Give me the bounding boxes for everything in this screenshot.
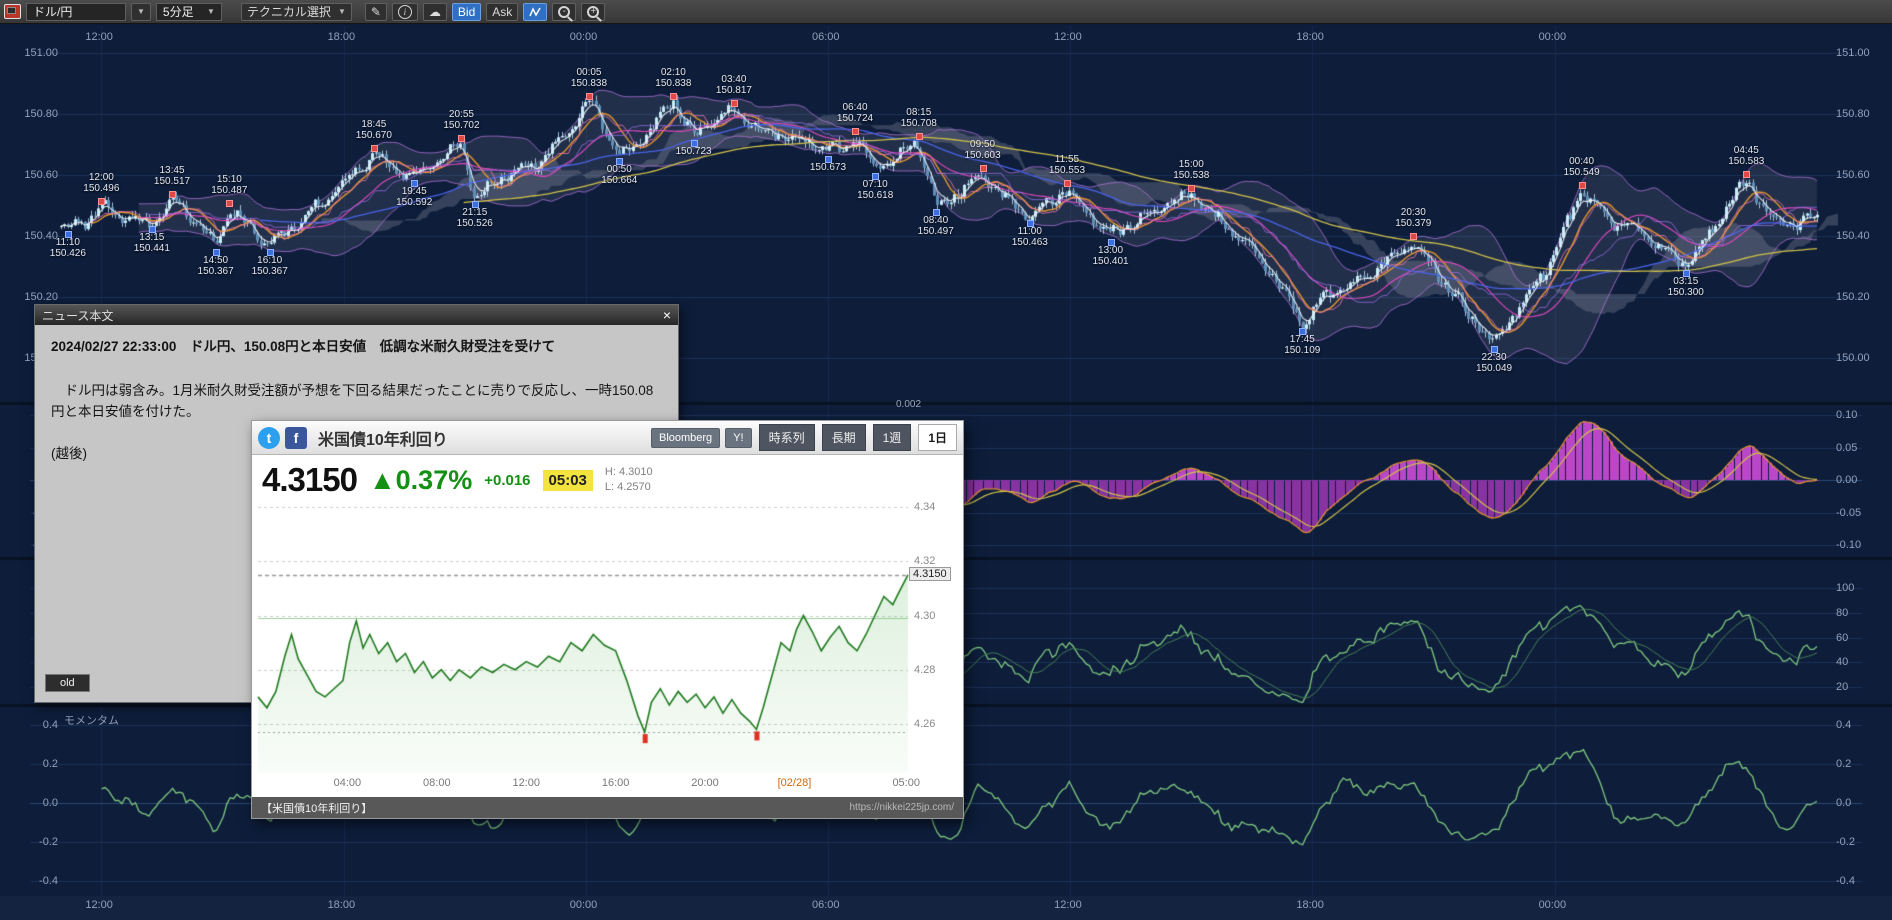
yield-widget-title: 米国債10年利回り	[318, 426, 448, 450]
current-value-label: 4.3150	[909, 567, 951, 581]
news-text: ドル円は弱含み。1月米耐久財受注額が予想を下回る結果だったことに売りで反応し、一…	[51, 381, 662, 422]
bid-button[interactable]: Bid	[452, 3, 481, 21]
bloomberg-button[interactable]: Bloomberg	[651, 428, 720, 448]
old-button[interactable]: old	[45, 674, 90, 692]
yield-widget-footer: 【米国債10年利回り】 https://nikkei225jp.com/	[252, 797, 963, 818]
technical-select-label: テクニカル選択	[247, 3, 331, 20]
yield-high: H: 4.3010	[605, 466, 653, 478]
pencil-icon: ✎	[371, 5, 381, 19]
cloud-button[interactable]: ☁	[423, 3, 447, 21]
chevron-down-icon: ▼	[137, 7, 145, 16]
macd-value-label: 0.002	[896, 399, 921, 410]
info-button[interactable]: i	[392, 3, 418, 21]
yield-quote-time: 05:03	[543, 470, 593, 491]
yield-change: +0.016	[484, 472, 530, 489]
momentum-panel-label: モメンタム	[64, 712, 119, 728]
yield-widget-window: t f 米国債10年利回り Bloomberg Y! 時系列 長期 1週 1日 …	[251, 420, 964, 819]
yield-source-url: https://nikkei225jp.com/	[850, 802, 955, 813]
news-headline: 2024/02/27 22:33:00 ドル円、150.08円と本日安値 低調な…	[51, 337, 662, 357]
currency-pair-value: ドル/円	[33, 3, 72, 20]
info-icon: i	[398, 5, 412, 19]
tab-time-series[interactable]: 時系列	[759, 424, 815, 451]
yield-low: L: 4.2570	[605, 481, 651, 493]
chevron-down-icon: ▼	[207, 7, 215, 16]
technical-select-button[interactable]: テクニカル選択 ▼	[241, 3, 352, 21]
chevron-down-icon: ▼	[338, 7, 346, 16]
yield-caption: 【米国債10年利回り】	[261, 800, 372, 816]
yield-quote-row: 4.3150 ▲0.37% +0.016 05:03 H: 4.3010 L: 4…	[252, 457, 963, 503]
cloud-icon: ☁	[429, 5, 441, 19]
magnifier-minus-icon	[558, 6, 570, 18]
currency-pair-select[interactable]: ドル/円	[26, 3, 126, 21]
tab-one-day[interactable]: 1日	[918, 424, 957, 451]
tab-long-term[interactable]: 長期	[822, 424, 866, 451]
ask-button[interactable]: Ask	[486, 3, 518, 21]
trading-terminal: 151.00151.00150.80150.80150.60150.60150.…	[0, 0, 1892, 920]
zoom-in-button[interactable]	[581, 3, 605, 21]
twitter-icon[interactable]: t	[258, 427, 280, 449]
yield-high-low: H: 4.3010 L: 4.2570	[605, 465, 653, 495]
close-icon[interactable]: ×	[663, 308, 671, 322]
zigzag-icon	[529, 7, 541, 17]
zoom-out-button[interactable]	[552, 3, 576, 21]
yield-widget-header: t f 米国債10年利回り Bloomberg Y! 時系列 長期 1週 1日	[252, 421, 963, 455]
draw-tool-button[interactable]: ✎	[365, 3, 387, 21]
magnifier-plus-icon	[587, 6, 599, 18]
timeframe-select[interactable]: 5分足 ▼	[156, 3, 222, 21]
app-icon	[4, 4, 21, 19]
news-title: ニュース本文	[42, 307, 113, 324]
news-titlebar[interactable]: ニュース本文 ×	[35, 305, 678, 325]
facebook-icon[interactable]: f	[285, 427, 307, 449]
pair-dropdown-button[interactable]: ▼	[131, 3, 151, 21]
yahoo-button[interactable]: Y!	[725, 428, 751, 448]
chart-style-button[interactable]	[523, 3, 547, 21]
yield-price: 4.3150	[262, 461, 357, 499]
timeframe-value: 5分足	[163, 3, 194, 20]
toolbar: ドル/円 ▼ 5分足 ▼ テクニカル選択 ▼ ✎ i ☁ Bid Ask	[0, 0, 1892, 24]
tab-one-week[interactable]: 1週	[873, 424, 912, 451]
yield-change-percent: ▲0.37%	[369, 465, 472, 496]
